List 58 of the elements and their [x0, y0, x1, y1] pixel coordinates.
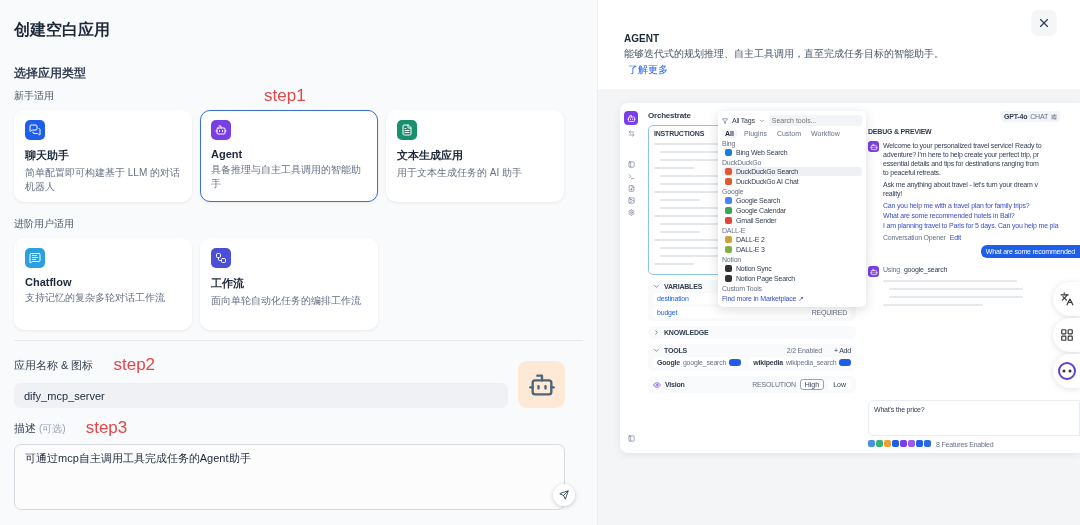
card-description: 简单配置即可构建基于 LLM 的对话机器人: [25, 166, 181, 194]
card-title: 文本生成应用: [397, 148, 464, 163]
sidebar-icon: [627, 435, 635, 442]
image-icon: [627, 197, 635, 204]
chevron-icon: [758, 117, 765, 124]
field-label: 应用名称 & 图标: [14, 357, 94, 373]
translate-icon: [1059, 292, 1074, 306]
close-button[interactable]: [1031, 10, 1057, 36]
card-description: 支持记忆的复杂多轮对话工作流: [25, 291, 166, 305]
section-title: 选择应用类型: [14, 65, 87, 82]
app-icon-button[interactable]: [518, 361, 565, 408]
assistant-button[interactable]: [553, 484, 575, 506]
face-icon: [1057, 362, 1076, 380]
step-annotation: step3: [85, 418, 128, 438]
dialog-title: 创建空白应用: [14, 20, 111, 40]
card-description: 用于文本生成任务的 AI 助手: [397, 166, 523, 180]
step-annotation: step1: [264, 86, 306, 106]
app-type-card[interactable]: 文本生成应用 用于文本生成任务的 AI 助手: [386, 110, 564, 202]
card-title: Chatflow: [25, 276, 73, 288]
layout-icon: [627, 161, 635, 168]
app-type-card[interactable]: Chatflow 支持记忆的复杂多轮对话工作流: [14, 238, 192, 330]
card-title: 聊天助手: [25, 148, 70, 163]
app-type-card[interactable]: 聊天助手 简单配置即可构建基于 LLM 的对话机器人: [14, 110, 192, 202]
card-description: 具备推理与自主工具调用的智能助手: [211, 163, 362, 191]
eye-icon: [653, 380, 661, 389]
bot-avatar-icon: [868, 141, 879, 152]
bot-avatar-icon: [868, 266, 879, 277]
terminal-icon: [627, 173, 635, 180]
chevron-icon: [653, 283, 660, 290]
app-type-card[interactable]: Agent 具备推理与自主工具调用的智能助手: [200, 110, 378, 202]
group-label: 新手适用: [14, 89, 55, 103]
close-icon: [1037, 16, 1051, 30]
sliders-icon: [1051, 113, 1057, 120]
name-field[interactable]: dify_mcp_server: [14, 383, 508, 408]
field-label: 描述 (可选): [14, 420, 66, 436]
robot-icon: [624, 111, 638, 125]
preview-title: AGENT: [624, 33, 660, 44]
card-title: Agent: [211, 148, 244, 160]
app-type-card[interactable]: 工作流 面向单轮自动化任务的编排工作流: [200, 238, 378, 330]
swap-icon: [627, 130, 635, 137]
chevron-icon: [653, 347, 660, 354]
send-icon: [559, 490, 569, 500]
card-description: 面向单轮自动化任务的编排工作流: [211, 294, 362, 308]
file-icon: [627, 185, 635, 192]
toggle-switch[interactable]: [839, 359, 852, 366]
feature-icons-drawing: [868, 440, 932, 448]
settings-icon: [627, 209, 635, 216]
step-annotation: step2: [113, 355, 156, 375]
description-field[interactable]: 可通过mcp自主调用工具完成任务的Agent助手: [14, 444, 565, 510]
orchestrate-title: Orchestrate: [648, 111, 692, 120]
grid-icon: [1059, 328, 1074, 342]
card-title: 工作流: [211, 276, 245, 291]
filter-icon: [722, 117, 728, 124]
toggle-switch[interactable]: [729, 359, 742, 366]
learn-more-link[interactable]: 了解更多: [628, 63, 668, 77]
group-label: 进阶用户适用: [14, 217, 75, 231]
chevron-icon: [653, 329, 660, 336]
preview-description: 能够迭代式的规划推理、自主工具调用，直至完成任务目标的智能助手。: [624, 48, 945, 61]
